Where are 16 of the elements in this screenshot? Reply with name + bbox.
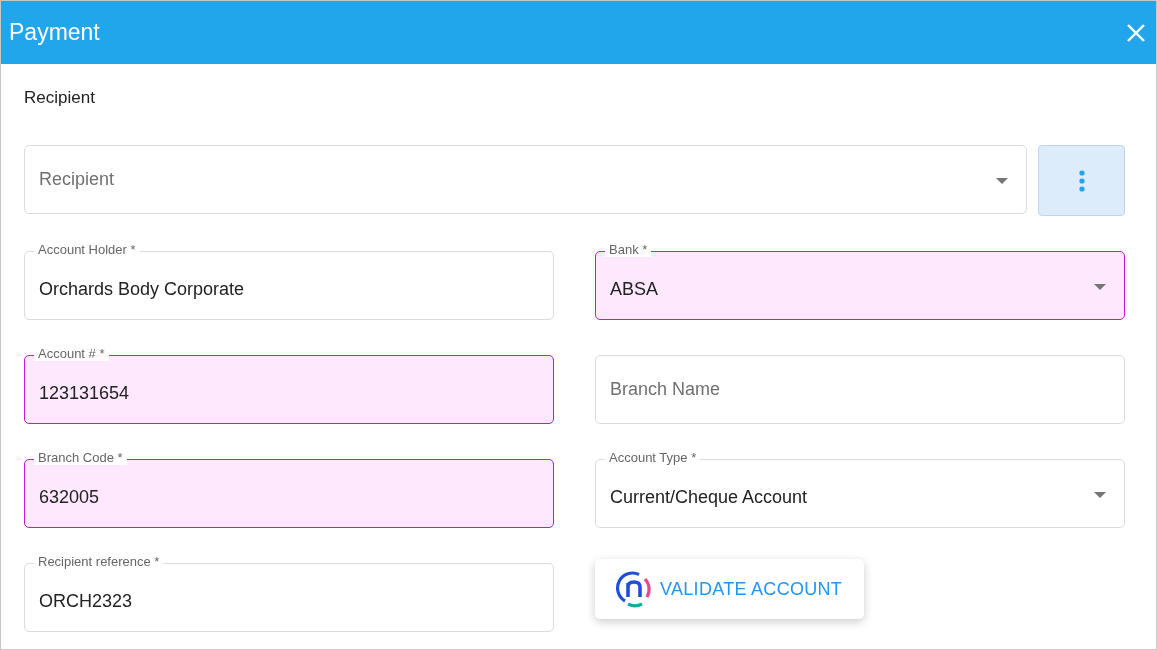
caret-icon [1094, 492, 1106, 498]
logo-icon [615, 570, 653, 608]
more-vertical-icon [1078, 169, 1085, 192]
field-label: Bank * [605, 243, 652, 257]
section-label: Recipient [24, 88, 96, 108]
field-label: Recipient reference * [34, 555, 164, 569]
field-label: Account Holder * [34, 243, 140, 257]
caret-icon [996, 178, 1008, 184]
field-label: Branch Code * [34, 451, 127, 465]
caret-icon [1094, 284, 1106, 290]
field-label: Account Type * [605, 451, 701, 465]
window-title: Payment [9, 19, 100, 46]
field-label: Account # * [34, 347, 109, 361]
input-field[interactable]: Branch Name [595, 355, 1125, 424]
close-icon[interactable] [1126, 22, 1146, 43]
recipient-select[interactable]: Recipient [24, 145, 1027, 214]
